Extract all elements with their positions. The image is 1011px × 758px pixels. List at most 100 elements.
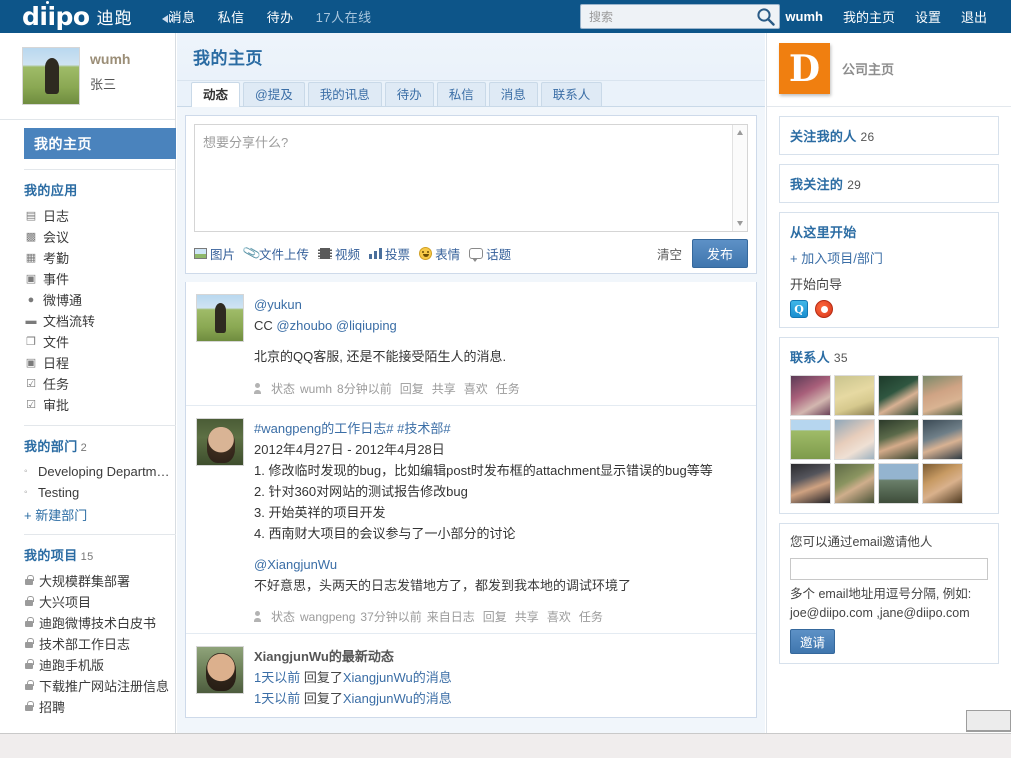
post-task-action[interactable]: 任务 (579, 608, 603, 625)
sidebar-item-approval[interactable]: ☑ 审批 (24, 394, 176, 415)
sidebar-item-meeting[interactable]: ▩ 会议 (24, 226, 176, 247)
tab-notifications[interactable]: 消息 (488, 82, 538, 106)
activity-time[interactable]: 1天以前 (254, 691, 300, 706)
sidebar-item-project-4[interactable]: 技术部工作日志 (24, 633, 176, 654)
sidebar-item-dept-testing[interactable]: ◦ Testing (24, 482, 176, 503)
sidebar-item-files[interactable]: ❐ 文件 (24, 331, 176, 352)
search-icon[interactable] (756, 7, 775, 26)
contact-avatar-3[interactable] (878, 375, 919, 416)
contact-avatar-11[interactable] (878, 463, 919, 504)
activity-target[interactable]: XiangjunWu (343, 691, 413, 706)
username-link[interactable]: wumh (785, 9, 823, 24)
sidebar-item-project-6[interactable]: 下载推广网站注册信息 (24, 675, 176, 696)
contact-avatar-5[interactable] (790, 419, 831, 460)
composer-poll-button[interactable]: 投票 (369, 244, 410, 263)
app-logo[interactable]: diipo (22, 1, 90, 29)
nav-private-messages[interactable]: 私信 (218, 7, 245, 26)
sidebar-item-weibo[interactable]: ● 微博通 (24, 289, 176, 310)
invite-button[interactable]: 邀请 (790, 629, 836, 654)
post-share-action[interactable]: 共享 (432, 380, 456, 397)
publish-button[interactable]: 发布 (691, 238, 748, 268)
sidebar-item-attendance[interactable]: ▦ 考勤 (24, 247, 176, 268)
tab-feed[interactable]: 动态 (191, 82, 241, 107)
contact-avatar-1[interactable] (790, 375, 831, 416)
contact-avatar-12[interactable] (922, 463, 963, 504)
contact-avatar-7[interactable] (878, 419, 919, 460)
followers-title: 关注我的人 26 (790, 126, 988, 145)
composer-topic-button[interactable]: 话题 (469, 244, 511, 263)
post-reply-action[interactable]: 回复 (483, 608, 507, 625)
sidebar-item-project-2[interactable]: 大兴项目 (24, 591, 176, 612)
nav-messages[interactable]: 消息 (161, 7, 196, 26)
avatar[interactable] (22, 47, 80, 105)
settings-link[interactable]: 设置 (915, 7, 941, 26)
post-cc-link-1[interactable]: @zhoubo (276, 318, 332, 333)
sidebar-item-project-7[interactable]: 招聘 (24, 696, 176, 717)
search-input[interactable] (587, 6, 747, 27)
tab-my-messages[interactable]: 我的讯息 (307, 82, 382, 106)
logout-link[interactable]: 退出 (961, 7, 987, 26)
new-department-link[interactable]: + 新建部门 (24, 505, 176, 524)
sidebar-item-schedule[interactable]: ▣ 日程 (24, 352, 176, 373)
following-box[interactable]: 我关注的 29 (779, 164, 999, 203)
contact-avatar-9[interactable] (790, 463, 831, 504)
search-box[interactable] (580, 4, 780, 29)
tab-mentions[interactable]: @提及 (243, 82, 305, 106)
composer-file-button[interactable]: 📎 文件上传 (242, 242, 309, 263)
sidebar-item-project-1[interactable]: 大规模群集部署 (24, 570, 176, 591)
sina-weibo-icon[interactable] (815, 300, 833, 318)
tab-todo[interactable]: 待办 (384, 82, 434, 106)
composer-textarea-wrapper[interactable]: 想要分享什么? (194, 124, 748, 232)
scroll-down-arrow-icon[interactable] (737, 221, 743, 226)
post-task-action[interactable]: 任务 (496, 380, 520, 397)
post-tag-1[interactable]: #wangpeng的工作日志# (254, 421, 393, 436)
post-tag-2[interactable]: #技术部# (397, 421, 450, 436)
composer-video-button[interactable]: 视频 (318, 244, 360, 263)
post-like-action[interactable]: 喜欢 (547, 608, 571, 625)
invite-email-input[interactable] (790, 558, 988, 580)
sidebar-item-dept-developing[interactable]: ◦ Developing Departm… (24, 461, 176, 482)
post-avatar[interactable] (196, 418, 244, 466)
activity-time[interactable]: 1天以前 (254, 670, 300, 685)
composer-scrollbar[interactable] (732, 125, 747, 231)
post-cc-link-2[interactable]: @liqiuping (336, 318, 397, 333)
composer-image-button[interactable]: 图片 (194, 244, 235, 263)
sidebar-item-project-3[interactable]: 迪跑微博技术白皮书 (24, 612, 176, 633)
followers-box[interactable]: 关注我的人 26 (779, 116, 999, 155)
composer-emoji-button[interactable]: 表情 (419, 244, 460, 263)
post-share-action[interactable]: 共享 (515, 608, 539, 625)
contact-avatar-8[interactable] (922, 419, 963, 460)
company-block[interactable]: D 公司主页 (767, 33, 1011, 106)
post-like-action[interactable]: 喜欢 (464, 380, 488, 397)
chat-widget-bar[interactable] (966, 710, 1011, 732)
post-meta-author: wangpeng (300, 609, 356, 624)
tencent-weibo-icon[interactable]: Q (790, 300, 808, 318)
post-mention-link[interactable]: @yukun (254, 297, 302, 312)
top-right-nav: wumh 我的主页 设置 退出 (775, 0, 997, 33)
nav-todo[interactable]: 待办 (267, 7, 294, 26)
composer-toolbar: 图片 📎 文件上传 视频 投票 表情 话题 清空 发布 (194, 238, 748, 268)
sidebar-item-event[interactable]: ▣ 事件 (24, 268, 176, 289)
activity-target[interactable]: XiangjunWu (343, 670, 413, 685)
sidebar-item-project-5[interactable]: 迪跑手机版 (24, 654, 176, 675)
join-project-link[interactable]: + 加入项目/部门 (790, 251, 883, 266)
contact-avatar-10[interactable] (834, 463, 875, 504)
my-home-link[interactable]: 我的主页 (843, 7, 895, 26)
sidebar-item-doc-flow[interactable]: ▬ 文档流转 (24, 310, 176, 331)
post-reply-mention-link[interactable]: @XiangjunWu (254, 557, 337, 572)
sidebar-item-my-home[interactable]: 我的主页 (24, 128, 176, 159)
tab-private[interactable]: 私信 (436, 82, 486, 106)
contact-avatar-4[interactable] (922, 375, 963, 416)
post-reply-action[interactable]: 回复 (400, 380, 424, 397)
contact-avatar-6[interactable] (834, 419, 875, 460)
clear-button[interactable]: 清空 (657, 244, 682, 263)
activity-suffix: 的消息 (412, 691, 452, 706)
start-guide-link[interactable]: 开始向导 (790, 277, 842, 292)
scroll-up-arrow-icon[interactable] (737, 130, 743, 135)
contact-avatar-2[interactable] (834, 375, 875, 416)
sidebar-item-tasks[interactable]: ☑ 任务 (24, 373, 176, 394)
sidebar-item-log[interactable]: ▤ 日志 (24, 205, 176, 226)
post-avatar[interactable] (196, 294, 244, 342)
tab-contacts[interactable]: 联系人 (540, 82, 603, 106)
post-avatar[interactable] (196, 646, 244, 694)
